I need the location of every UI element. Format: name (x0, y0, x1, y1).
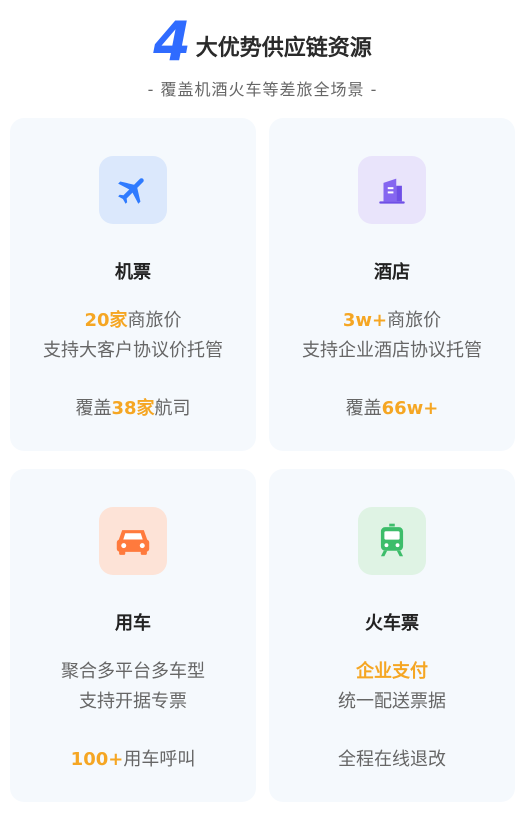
card-line-2: 支持开据专票 (79, 691, 187, 712)
airplane-icon (99, 156, 167, 224)
advantage-grid: 机票 20家商旅价 支持大客户协议价托管 覆盖38家航司 酒店 3w+商旅价 支… (10, 118, 515, 808)
card-line-3: 覆盖38家航司 (75, 398, 191, 419)
section-title: 大优势供应链资源 (195, 36, 372, 61)
card-line-1: 20家商旅价 (84, 310, 182, 331)
card-line-2: 统一配送票据 (338, 691, 446, 712)
card-line-1: 聚合多平台多车型 (61, 661, 205, 682)
card-hotel: 酒店 3w+商旅价 支持企业酒店协议托管 覆盖66w+ (269, 118, 515, 451)
card-title: 机票 (115, 262, 151, 283)
section-header: 4 大优势供应链资源 - 覆盖机酒火车等差旅全场景 - (0, 0, 525, 104)
card-title: 火车票 (365, 613, 419, 634)
card-title: 酒店 (374, 262, 410, 283)
advantage-count: 4 (153, 10, 191, 73)
card-line-2: 支持大客户协议价托管 (43, 340, 223, 361)
card-line-1: 企业支付 (356, 661, 428, 682)
train-icon (358, 507, 426, 575)
card-flight: 机票 20家商旅价 支持大客户协议价托管 覆盖38家航司 (10, 118, 256, 451)
section-subtitle: - 覆盖机酒火车等差旅全场景 - (147, 80, 378, 99)
card-line-3: 覆盖66w+ (345, 398, 439, 419)
card-car: 用车 聚合多平台多车型 支持开据专票 100+用车呼叫 (10, 469, 256, 802)
card-line-2: 支持企业酒店协议托管 (302, 340, 482, 361)
card-train: 火车票 企业支付 统一配送票据 全程在线退改 (269, 469, 515, 802)
hotel-building-icon (358, 156, 426, 224)
card-line-3: 100+用车呼叫 (70, 749, 196, 770)
car-icon (99, 507, 167, 575)
card-title: 用车 (115, 613, 151, 634)
title-row: 4 大优势供应链资源 (0, 10, 525, 73)
card-line-3: 全程在线退改 (338, 749, 446, 770)
card-line-1: 3w+商旅价 (342, 310, 442, 331)
